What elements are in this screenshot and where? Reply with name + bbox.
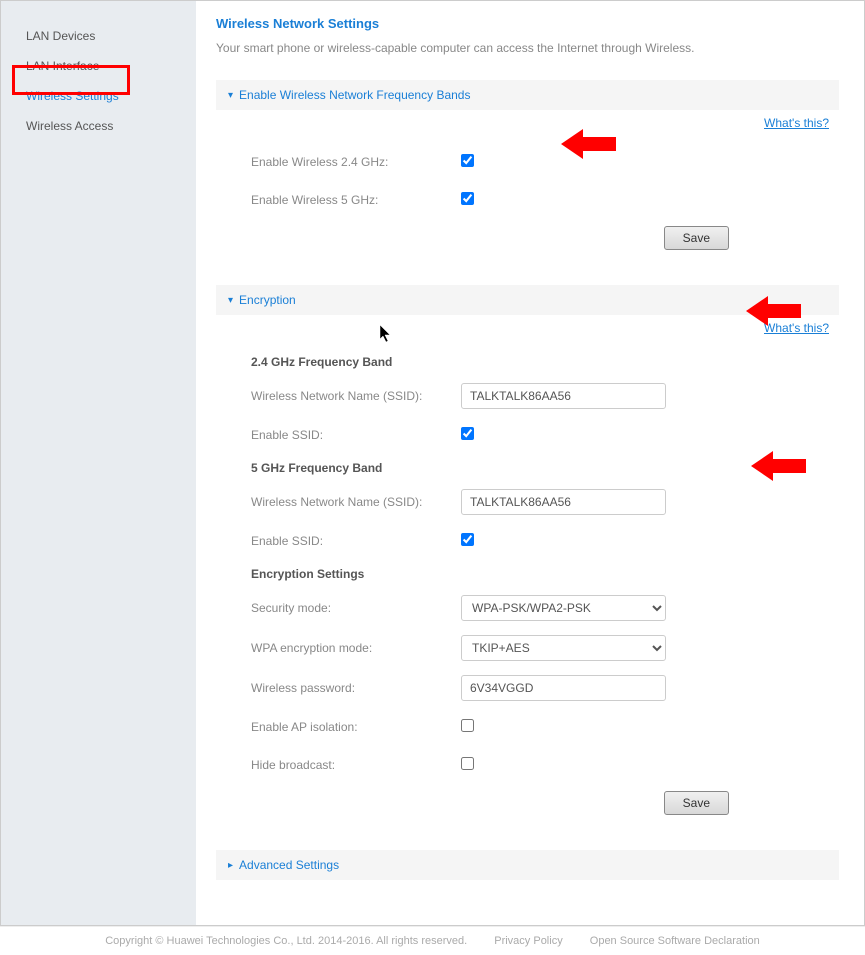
input-ssid-24[interactable] <box>461 383 666 409</box>
footer-privacy-link[interactable]: Privacy Policy <box>494 935 562 947</box>
sidebar: LAN Devices LAN Interface Wireless Setti… <box>1 1 196 925</box>
footer-copyright: Copyright © Huawei Technologies Co., Ltd… <box>105 935 467 947</box>
collapse-arrow-icon: ▾ <box>228 90 233 101</box>
main-content: Wireless Network Settings Your smart pho… <box>196 1 864 925</box>
checkbox-enable-5ghz[interactable] <box>461 192 474 205</box>
label-hide-broadcast: Hide broadcast: <box>251 758 461 772</box>
whats-this-link-encryption[interactable]: What's this? <box>764 321 829 335</box>
label-wireless-password: Wireless password: <box>251 681 461 695</box>
section-advanced: ▸ Advanced Settings <box>216 850 839 880</box>
label-enable-ssid-5: Enable SSID: <box>251 534 461 548</box>
page-description: Your smart phone or wireless-capable com… <box>216 41 839 55</box>
sidebar-item-lan-interface[interactable]: LAN Interface <box>1 51 196 81</box>
sidebar-item-wireless-access[interactable]: Wireless Access <box>1 111 196 141</box>
section-encryption: ▾ Encryption What's this? 2.4 GHz Freque… <box>216 285 839 825</box>
heading-24ghz-band: 2.4 GHz Frequency Band <box>251 355 829 369</box>
label-wpa-mode: WPA encryption mode: <box>251 641 461 655</box>
save-button-bands[interactable]: Save <box>664 226 729 250</box>
footer: Copyright © Huawei Technologies Co., Ltd… <box>0 926 865 955</box>
label-ssid-24: Wireless Network Name (SSID): <box>251 389 461 403</box>
label-enable-ssid-24: Enable SSID: <box>251 428 461 442</box>
footer-opensource-link[interactable]: Open Source Software Declaration <box>590 935 760 947</box>
checkbox-enable-ssid-5[interactable] <box>461 533 474 546</box>
save-button-encryption[interactable]: Save <box>664 791 729 815</box>
input-ssid-5[interactable] <box>461 489 666 515</box>
page-title: Wireless Network Settings <box>216 16 839 31</box>
label-security-mode: Security mode: <box>251 601 461 615</box>
checkbox-hide-broadcast[interactable] <box>461 757 474 770</box>
select-wpa-mode[interactable]: TKIP+AES <box>461 635 666 661</box>
heading-encryption-settings: Encryption Settings <box>251 567 829 581</box>
checkbox-ap-isolation[interactable] <box>461 719 474 732</box>
sidebar-item-lan-devices[interactable]: LAN Devices <box>1 21 196 51</box>
label-enable-5ghz: Enable Wireless 5 GHz: <box>251 193 461 207</box>
section-header-advanced[interactable]: ▸ Advanced Settings <box>216 850 839 880</box>
section-title-advanced: Advanced Settings <box>239 858 339 872</box>
heading-5ghz-band: 5 GHz Frequency Band <box>251 461 829 475</box>
checkbox-enable-ssid-24[interactable] <box>461 427 474 440</box>
section-title-encryption: Encryption <box>239 293 296 307</box>
collapse-arrow-icon: ▾ <box>228 295 233 306</box>
section-frequency-bands: ▾ Enable Wireless Network Frequency Band… <box>216 80 839 260</box>
section-header-encryption[interactable]: ▾ Encryption <box>216 285 839 315</box>
label-ssid-5: Wireless Network Name (SSID): <box>251 495 461 509</box>
whats-this-link-bands[interactable]: What's this? <box>764 116 829 130</box>
label-ap-isolation: Enable AP isolation: <box>251 720 461 734</box>
expand-arrow-icon: ▸ <box>228 860 233 871</box>
section-title-bands: Enable Wireless Network Frequency Bands <box>239 88 470 102</box>
label-enable-24ghz: Enable Wireless 2.4 GHz: <box>251 155 461 169</box>
checkbox-enable-24ghz[interactable] <box>461 154 474 167</box>
section-header-bands[interactable]: ▾ Enable Wireless Network Frequency Band… <box>216 80 839 110</box>
select-security-mode[interactable]: WPA-PSK/WPA2-PSK <box>461 595 666 621</box>
input-wireless-password[interactable] <box>461 675 666 701</box>
sidebar-item-wireless-settings[interactable]: Wireless Settings <box>1 81 196 111</box>
